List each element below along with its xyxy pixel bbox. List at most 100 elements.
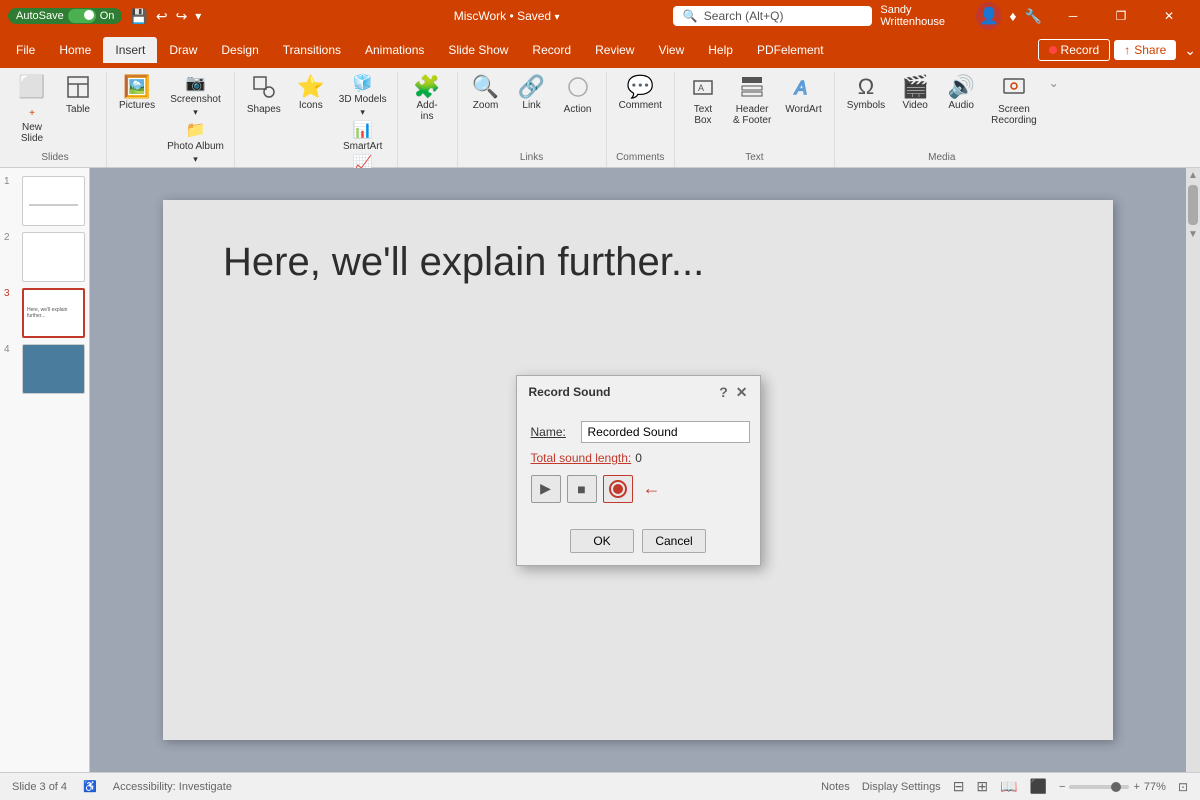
close-button[interactable]: ✕ [1146, 0, 1192, 32]
slide-thumb-2[interactable]: 2 [4, 232, 85, 282]
share-button[interactable]: ↑ Share [1114, 40, 1176, 60]
images-group-items: 🖼️ Pictures 📷 Screenshot ▾ 📁 Photo Album… [113, 72, 228, 167]
action-button[interactable]: Action [556, 72, 600, 119]
search-bar[interactable]: 🔍 Search (Alt+Q) [673, 6, 873, 26]
customize-icon[interactable]: ▾ [195, 9, 201, 23]
autosave-badge[interactable]: AutoSave On [8, 8, 122, 24]
addins-button[interactable]: 🧩 Add- ins [405, 72, 449, 126]
restore-button[interactable]: ❐ [1098, 0, 1144, 32]
scroll-up-icon[interactable]: ▲ [1188, 170, 1198, 181]
audio-button[interactable]: 🔊 Audio [939, 72, 983, 115]
pictures-button[interactable]: 🖼️ Pictures [113, 72, 161, 115]
record-audio-button[interactable] [603, 475, 633, 503]
tab-transitions[interactable]: Transitions [271, 37, 353, 63]
tab-design[interactable]: Design [209, 37, 270, 63]
slide-preview-2[interactable] [22, 232, 85, 282]
slide-thumb-3[interactable]: 3 Here, we'll explain further... [4, 288, 85, 338]
video-icon: 🎬 [901, 76, 928, 98]
record-button[interactable]: Record [1038, 39, 1111, 61]
3dmodels-dropdown-icon[interactable]: ▾ [360, 107, 365, 118]
dialog-cancel-button[interactable]: Cancel [642, 529, 706, 553]
arrow-indicator: ← [643, 478, 661, 499]
header-footer-icon [741, 76, 763, 102]
zoom-out-icon[interactable]: − [1059, 781, 1065, 793]
screenshot-button[interactable]: 📷 Screenshot ▾ [163, 74, 228, 120]
tab-insert[interactable]: Insert [103, 37, 157, 63]
undo-icon[interactable]: ↩ [156, 8, 168, 25]
new-slide-button[interactable]: ⬜+ New Slide [10, 72, 54, 148]
text-group-items: A Text Box Header & Footer A WordArt [681, 72, 828, 150]
screen-recording-button[interactable]: Screen Recording [985, 72, 1043, 130]
tab-review[interactable]: Review [583, 37, 646, 63]
media-group-label: Media [928, 150, 955, 167]
screenshot-icon: 📷 [186, 76, 206, 92]
ribbon-expand-icon[interactable]: ⌄ [1184, 42, 1196, 59]
notes-button[interactable]: Notes [821, 781, 850, 793]
shapes-button[interactable]: Shapes [241, 72, 287, 119]
comment-button[interactable]: 💬 Comment [613, 72, 668, 115]
dropdown-icon[interactable]: ▾ [554, 12, 559, 23]
tab-file[interactable]: File [4, 37, 47, 63]
link-button[interactable]: 🔗 Link [510, 72, 554, 115]
slide-preview-1[interactable] [22, 176, 85, 226]
record-dot-icon [1049, 46, 1057, 54]
zoom-button[interactable]: 🔍 Zoom [464, 72, 508, 115]
stop-button[interactable]: ■ [567, 475, 597, 503]
textbox-button[interactable]: A Text Box [681, 72, 725, 130]
fit-slide-icon[interactable]: ⊡ [1178, 780, 1188, 794]
video-button[interactable]: 🎬 Video [893, 72, 937, 115]
dialog-help-button[interactable]: ? [719, 384, 728, 400]
slide-sorter-icon[interactable]: ⊞ [976, 778, 988, 795]
tab-draw[interactable]: Draw [157, 37, 209, 63]
dialog-ok-button[interactable]: OK [570, 529, 634, 553]
minimize-button[interactable]: ─ [1050, 0, 1096, 32]
tab-record[interactable]: Record [520, 37, 583, 63]
smartart-button[interactable]: 📊 SmartArt [335, 121, 391, 154]
dialog-name-input[interactable] [581, 421, 750, 443]
dialog-close-button[interactable]: ✕ [736, 384, 748, 401]
reading-view-icon[interactable]: 📖 [1000, 778, 1017, 795]
screen-recording-icon [1003, 76, 1025, 102]
symbols-button[interactable]: Ω Symbols [841, 72, 891, 115]
slide-preview-4[interactable] [22, 344, 85, 394]
settings-icon[interactable]: 🔧 [1025, 8, 1042, 25]
table-button[interactable]: Table [56, 72, 100, 119]
save-icon[interactable]: 💾 [130, 8, 147, 25]
header-footer-button[interactable]: Header & Footer [727, 72, 777, 130]
tab-slideshow[interactable]: Slide Show [436, 37, 520, 63]
title-bar-right: 🔍 Search (Alt+Q) Sandy Writtenhouse 👤 ♦ … [673, 0, 1192, 32]
wordart-button[interactable]: A WordArt [779, 72, 828, 119]
zoom-control[interactable]: − + 77% [1059, 781, 1166, 793]
photoalbum-dropdown-icon[interactable]: ▾ [193, 154, 198, 165]
accessibility-label[interactable]: Accessibility: Investigate [113, 781, 232, 793]
3d-models-button[interactable]: 🧊 3D Models ▾ [335, 74, 391, 120]
slide-thumb-1[interactable]: 1 [4, 176, 85, 226]
redo-icon[interactable]: ↪ [176, 8, 188, 25]
tab-home[interactable]: Home [47, 37, 103, 63]
user-avatar[interactable]: 👤 [976, 2, 1001, 30]
tab-view[interactable]: View [646, 37, 696, 63]
tab-animations[interactable]: Animations [353, 37, 436, 63]
tab-pdfelement[interactable]: PDFelement [745, 37, 836, 63]
right-scrollbar[interactable]: ▲ ▼ [1186, 168, 1200, 772]
zoom-in-icon[interactable]: + [1133, 781, 1139, 793]
tab-help[interactable]: Help [696, 37, 745, 63]
scroll-down-icon[interactable]: ▼ [1188, 229, 1198, 240]
ribbon-collapse[interactable]: ⌄ [1049, 72, 1063, 167]
autosave-toggle[interactable] [68, 9, 96, 23]
slide-thumb-4[interactable]: 4 [4, 344, 85, 394]
audio-icon: 🔊 [947, 76, 974, 98]
zoom-slider[interactable] [1069, 785, 1129, 789]
play-button[interactable]: ▶ [531, 475, 561, 503]
slide-preview-3[interactable]: Here, we'll explain further... [22, 288, 85, 338]
photo-album-button[interactable]: 📁 Photo Album ▾ [163, 121, 228, 167]
display-settings-button[interactable]: Display Settings [862, 781, 941, 793]
presenter-view-icon[interactable]: ⬛ [1030, 778, 1047, 795]
icons-button[interactable]: ⭐ Icons [289, 72, 333, 115]
diamond-icon[interactable]: ♦ [1009, 8, 1016, 24]
slide-num-2: 2 [4, 232, 18, 243]
scroll-thumb[interactable] [1188, 185, 1198, 225]
normal-view-icon[interactable]: ⊟ [953, 778, 965, 795]
ribbon: ⬜+ New Slide Table Slides 🖼️ Pictures 📷 … [0, 68, 1200, 168]
screenshot-dropdown-icon[interactable]: ▾ [193, 107, 198, 118]
